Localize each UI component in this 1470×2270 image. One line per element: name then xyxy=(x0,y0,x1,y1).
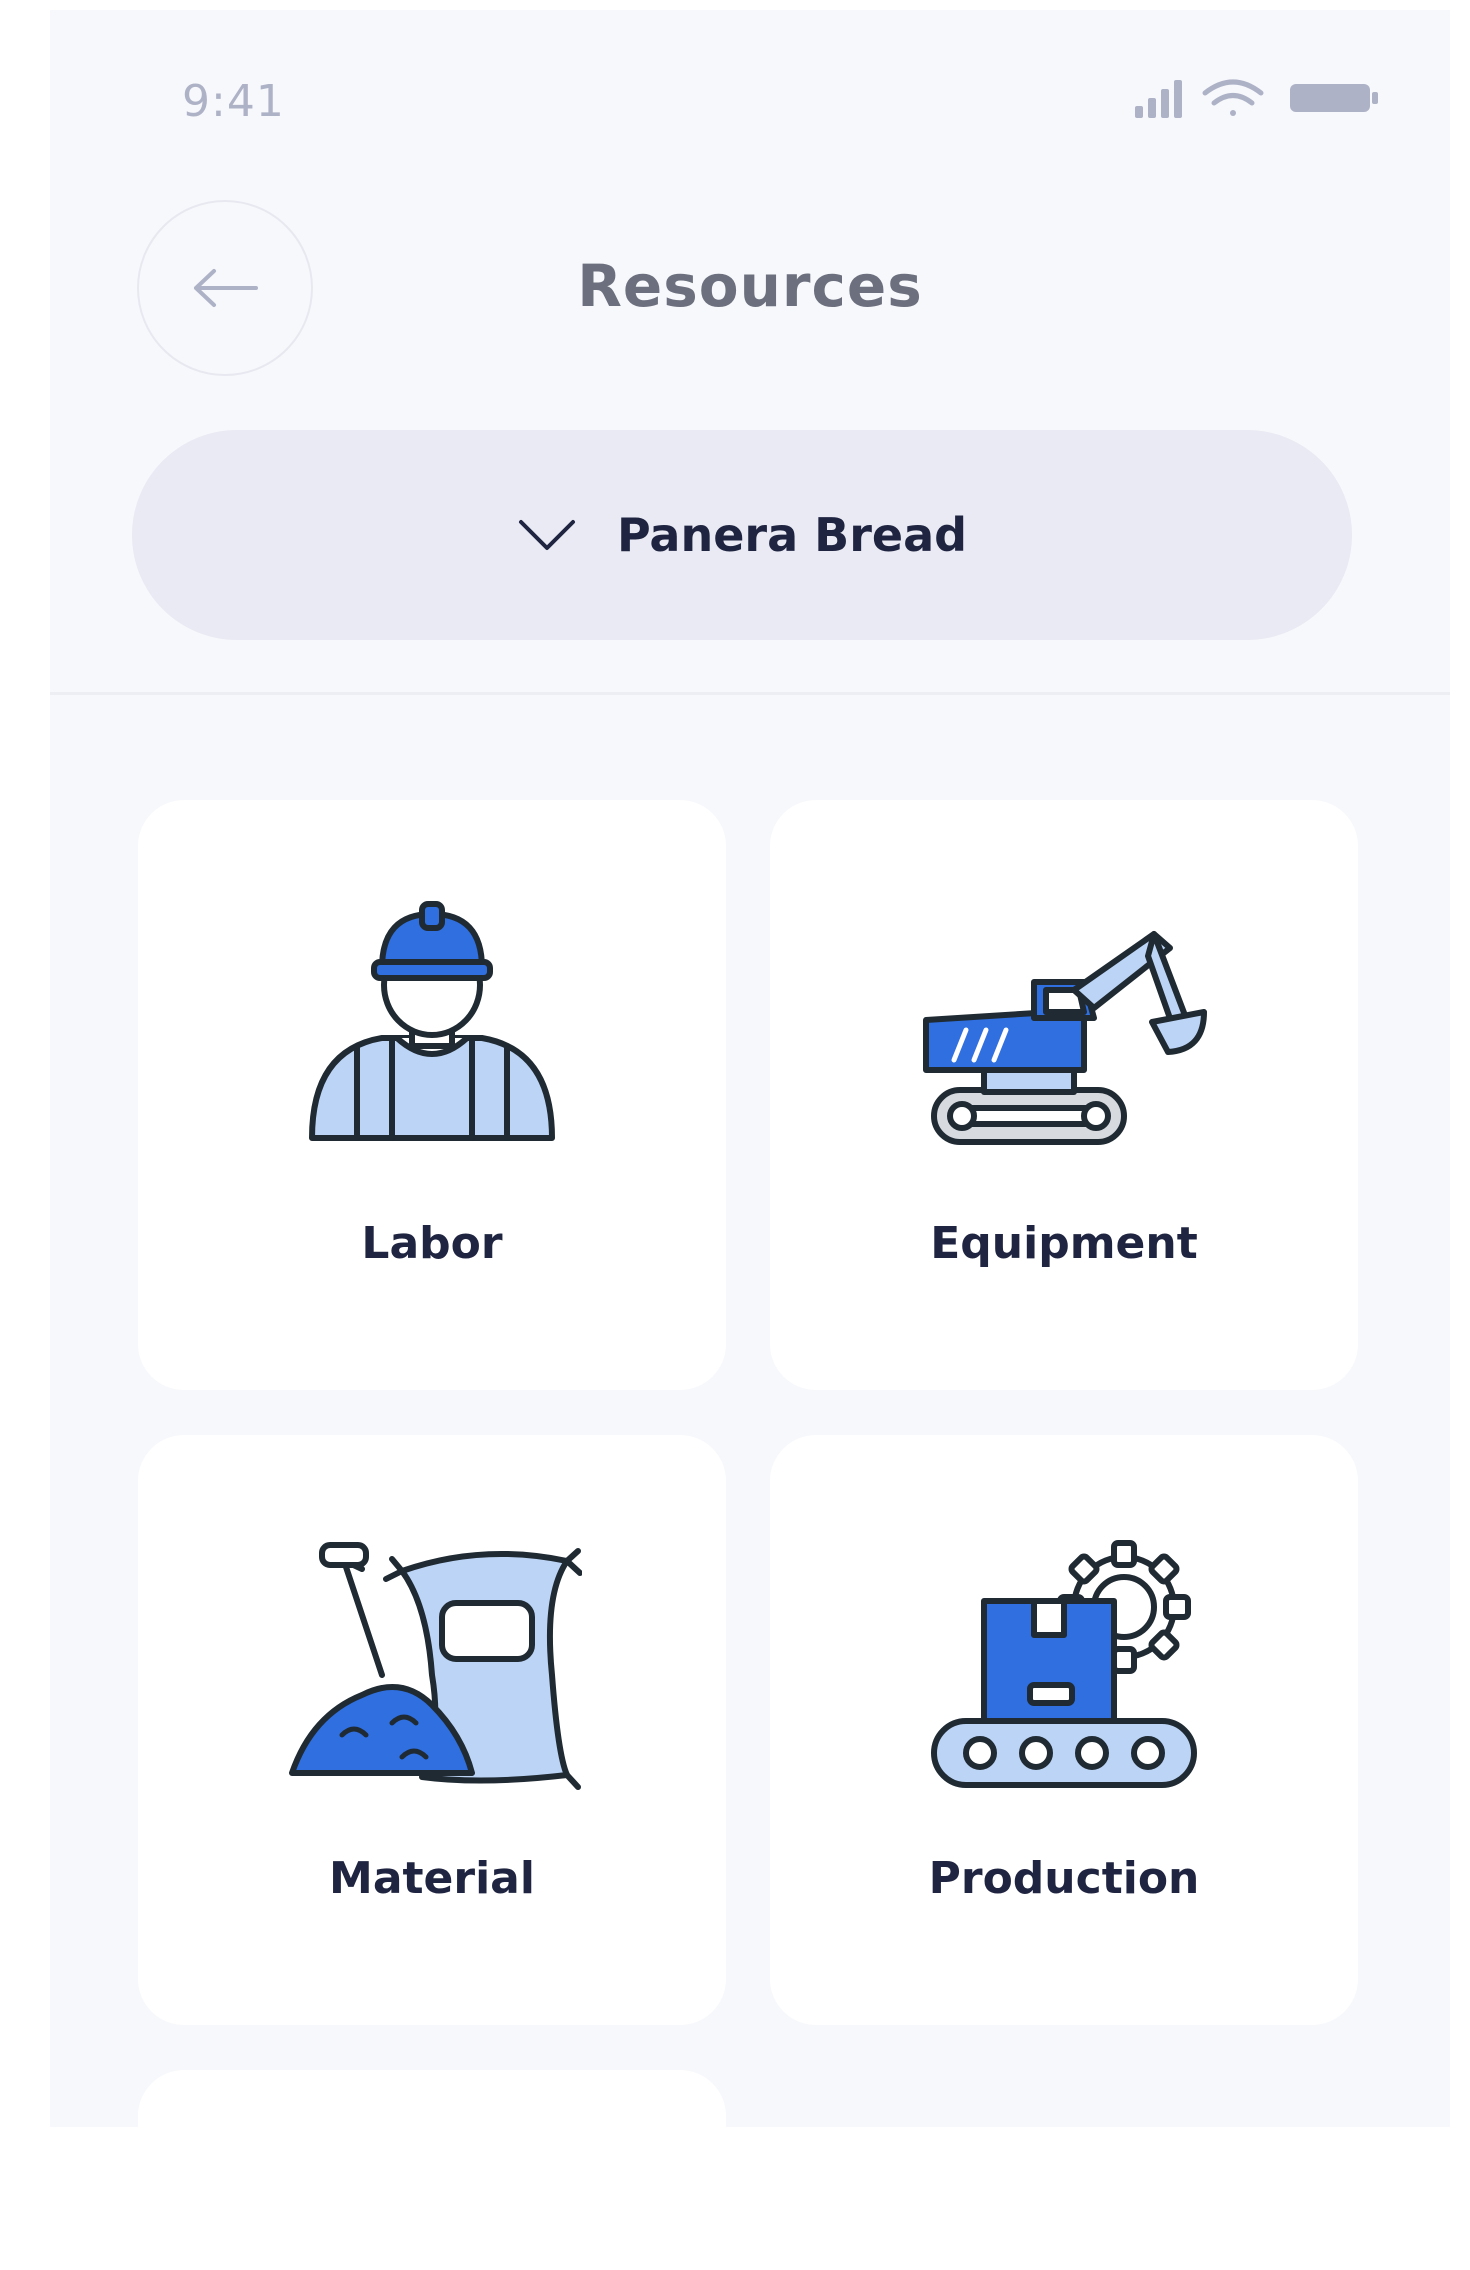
resource-label: Equipment xyxy=(930,1218,1198,1269)
resource-card-partial[interactable] xyxy=(138,2070,726,2270)
resource-card-labor[interactable]: Labor xyxy=(138,800,726,1390)
signal-icon xyxy=(1135,80,1182,118)
status-icons xyxy=(1135,79,1378,118)
resource-card-equipment[interactable]: Equipment xyxy=(770,800,1358,1390)
project-selector[interactable]: Panera Bread xyxy=(132,430,1352,640)
resource-label: Material xyxy=(329,1853,535,1904)
resource-card-material[interactable]: Material xyxy=(138,1435,726,2025)
wifi-icon xyxy=(1202,79,1264,116)
page-title: Resources xyxy=(577,252,923,320)
resource-label: Labor xyxy=(361,1218,503,1269)
divider xyxy=(50,692,1450,695)
status-bar: 9:41 xyxy=(50,10,1450,200)
status-time: 9:41 xyxy=(182,76,285,127)
excavator-icon xyxy=(923,931,1207,1145)
battery-icon xyxy=(1290,84,1378,112)
app-screen: 9:41 Resources Panera Bread Labor Equipm… xyxy=(50,10,1450,2270)
resource-card-production[interactable]: Production xyxy=(770,1435,1358,2025)
conveyor-gear-icon xyxy=(931,1540,1197,1788)
material-bag-shovel-icon xyxy=(289,1542,582,1790)
resource-label: Production xyxy=(928,1853,1200,1904)
worker-icon xyxy=(309,901,555,1141)
header: Resources xyxy=(50,200,1450,380)
project-selector-label: Panera Bread xyxy=(616,508,968,562)
chevron-down-icon xyxy=(518,520,575,550)
